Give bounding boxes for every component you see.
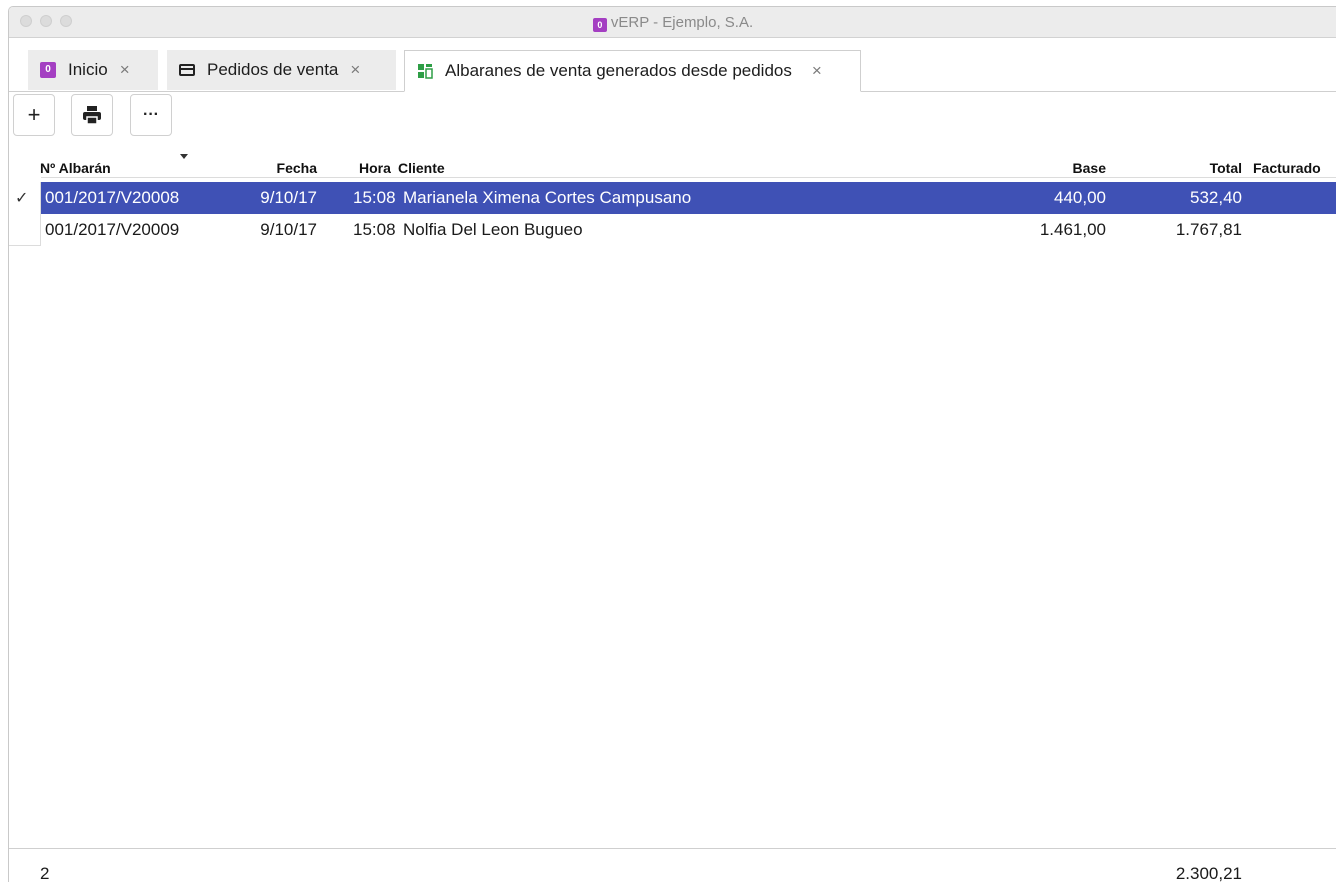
column-header-facturado[interactable]: Facturado <box>1253 160 1321 176</box>
tab-albaranes[interactable]: Albaranes de venta generados desde pedid… <box>404 50 861 92</box>
table-row[interactable]: ✓ 001/2017/V20008 9/10/17 15:08 Marianel… <box>9 182 1336 214</box>
cell-hora: 15:08 <box>353 220 396 239</box>
tab-label: Inicio <box>68 60 108 79</box>
column-header-cliente[interactable]: Cliente <box>398 160 445 176</box>
column-header-base[interactable]: Base <box>1009 160 1106 176</box>
window-title: 0 vERP - Ejemplo, S.A. <box>9 14 1336 32</box>
app-window: 0 vERP - Ejemplo, S.A. 0 Inicio × Pedidos… <box>8 6 1336 882</box>
tab-label: Pedidos de venta <box>207 60 339 79</box>
column-header-fecha[interactable]: Fecha <box>239 160 317 176</box>
cell-numero: 001/2017/V20008 <box>45 188 180 207</box>
card-icon <box>179 64 195 76</box>
cell-cliente: Marianela Ximena Cortes Campusano <box>403 188 692 207</box>
cell-base: 1.461,00 <box>1039 220 1106 239</box>
toolbar: + ··· <box>9 92 1336 140</box>
title-bar: 0 vERP - Ejemplo, S.A. <box>9 7 1336 38</box>
cell-numero: 001/2017/V20009 <box>45 220 180 239</box>
tab-bar: 0 Inicio × Pedidos de venta × Albaranes … <box>9 38 1336 92</box>
header-divider <box>41 177 1336 178</box>
print-button[interactable] <box>71 94 113 136</box>
tab-label: Albaranes de venta generados desde pedid… <box>445 61 792 80</box>
cell-hora: 15:08 <box>353 188 396 207</box>
cell-cliente: Nolfia Del Leon Bugueo <box>403 220 583 239</box>
column-header-hora[interactable]: Hora <box>359 160 391 176</box>
add-button[interactable]: + <box>13 94 55 136</box>
checkmark-icon: ✓ <box>15 190 29 207</box>
table-header: Nº Albarán Fecha Hora Cliente Base Total… <box>9 140 1336 178</box>
close-icon[interactable]: × <box>350 60 360 80</box>
verp-logo-icon: 0 <box>40 62 56 78</box>
tab-pedidos-de-venta[interactable]: Pedidos de venta × <box>167 50 396 90</box>
close-icon[interactable]: × <box>120 60 130 80</box>
close-icon[interactable]: × <box>812 61 822 81</box>
sort-descending-icon[interactable] <box>180 154 188 159</box>
total-sum: 2.300,21 <box>1175 864 1242 882</box>
cell-base: 440,00 <box>1054 188 1106 207</box>
column-header-total[interactable]: Total <box>1149 160 1242 176</box>
record-count: 2 <box>40 864 50 882</box>
cell-fecha: 9/10/17 <box>260 188 317 207</box>
column-header-numero[interactable]: Nº Albarán <box>40 160 111 176</box>
cell-total: 1.767,81 <box>1175 220 1242 239</box>
table-row[interactable]: 001/2017/V20009 9/10/17 15:08 Nolfia Del… <box>9 214 1336 246</box>
printer-icon <box>83 106 101 124</box>
row-selector[interactable] <box>9 214 41 246</box>
table-footer: 2 2.300,21 <box>9 848 1336 882</box>
row-selector[interactable]: ✓ <box>9 182 41 214</box>
verp-logo-icon: 0 <box>592 18 607 32</box>
tab-inicio[interactable]: 0 Inicio × <box>28 50 158 90</box>
grid-table-icon <box>417 63 433 79</box>
cell-fecha: 9/10/17 <box>260 220 317 239</box>
cell-total: 532,40 <box>1190 188 1242 207</box>
more-options-button[interactable]: ··· <box>130 94 172 136</box>
window-title-text: vERP - Ejemplo, S.A. <box>610 14 754 31</box>
